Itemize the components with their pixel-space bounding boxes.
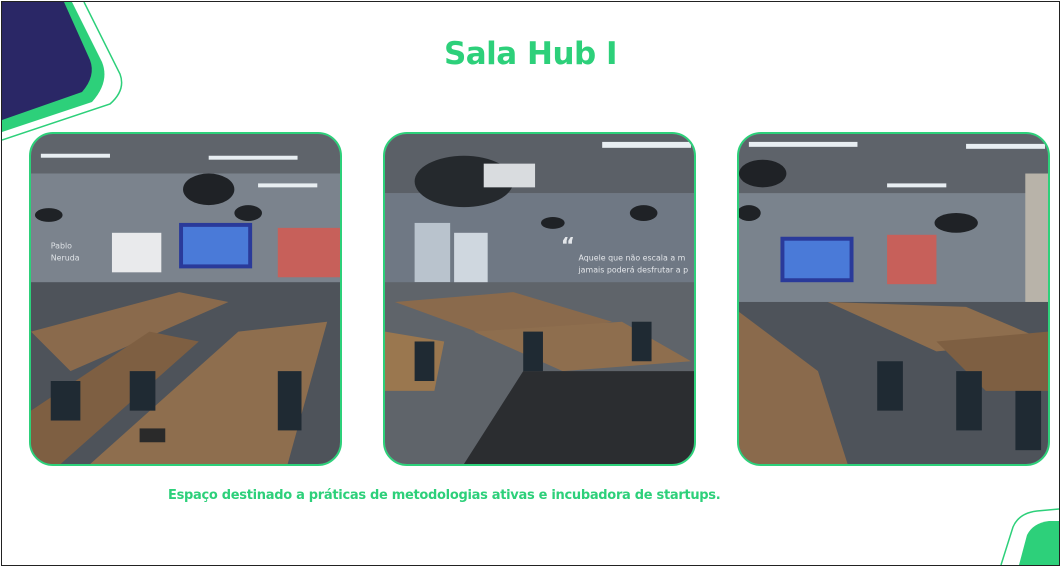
bottom-right-decoration — [1000, 508, 1059, 565]
slide-title: Sala Hub I — [443, 36, 618, 72]
wall-quote-line-1: Aquele que não escala a m — [578, 253, 685, 262]
quote-mark: “ — [561, 234, 575, 259]
wall-text-neruda: Neruda — [51, 253, 80, 262]
room-photo-1: Pablo Neruda — [29, 132, 342, 466]
room-photo-3 — [737, 132, 1050, 466]
slide-caption: Espaço destinado a práticas de metodolog… — [168, 488, 721, 503]
wall-text-pablo: Pablo — [51, 242, 72, 251]
slide: Sala Hub I Pablo Neruda “ Aquele que não… — [1, 1, 1060, 566]
top-left-decoration — [2, 2, 123, 141]
room-photo-2: “ Aquele que não escala a m jamais poder… — [383, 132, 696, 466]
wall-quote-line-2: jamais poderá desfrutar a p — [577, 265, 688, 274]
